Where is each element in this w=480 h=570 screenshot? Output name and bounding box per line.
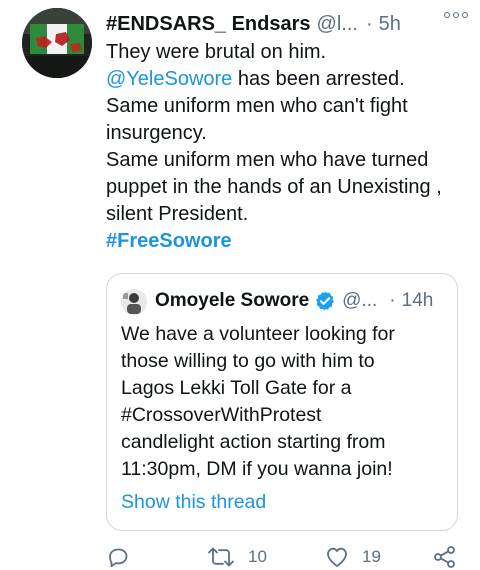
share-icon — [434, 546, 455, 568]
quoted-tweet-timestamp: 14h — [401, 290, 434, 311]
quoted-line: #CrossoverWithProtest — [121, 404, 322, 426]
quoted-author-display-name: Omoyele Sowore — [155, 290, 310, 311]
retweet-count: 10 — [248, 547, 267, 566]
tweet-line: silent President. — [106, 203, 249, 225]
quoted-line: those willing to go with him to — [121, 350, 375, 372]
author-avatar[interactable] — [22, 8, 92, 78]
like-button[interactable]: 19 — [324, 545, 381, 569]
mention-link[interactable]: @YeleSowore — [106, 68, 232, 90]
reply-icon — [109, 548, 128, 568]
tweet-line: @YeleSowore has been arrested. — [106, 66, 471, 93]
heart-icon — [327, 547, 347, 567]
verified-badge-icon — [316, 291, 335, 311]
quoted-line: Lagos Lekki Toll Gate for a — [121, 377, 352, 399]
tweet-line: Same uniform men who have turned — [106, 149, 429, 171]
reply-button[interactable] — [106, 545, 130, 569]
tweet-line-rest: has been arrested. — [232, 68, 405, 90]
tweet-header: #ENDSARS_ Endsars @l... · 5h — [106, 10, 466, 38]
retweet-button[interactable]: 10 — [206, 545, 267, 569]
quoted-tweet-text: We have a volunteer looking for those wi… — [121, 321, 451, 483]
tweet-line: puppet in the hands of an Unexisting , — [106, 176, 442, 198]
like-count: 19 — [362, 547, 381, 566]
retweet-icon — [208, 547, 234, 567]
quoted-tweet-header: Omoyele Sowore @... · 14h — [155, 288, 450, 314]
quoted-line: 11:30pm, DM if you wanna join! — [121, 458, 393, 480]
quoted-author-avatar — [121, 289, 147, 315]
quoted-line: We have a volunteer looking for — [121, 323, 395, 345]
tweet-line: They were brutal on him. — [106, 41, 327, 63]
tweet-line: insurgency. — [106, 122, 207, 144]
quoted-author-handle: @... — [342, 290, 378, 311]
share-button[interactable] — [432, 545, 458, 569]
show-thread-link[interactable]: Show this thread — [121, 491, 266, 514]
quoted-tweet-card[interactable]: Omoyele Sowore @... · 14h We have a volu… — [106, 273, 458, 531]
quoted-line: candlelight action starting from — [121, 431, 386, 453]
tweet-timestamp[interactable]: 5h — [379, 13, 401, 36]
tweet-text: They were brutal on him. @YeleSowore has… — [106, 39, 471, 255]
avatar-image — [22, 8, 92, 78]
quoted-header-separator: · — [389, 290, 396, 311]
tweet-actions-bar: 10 19 — [106, 545, 466, 570]
author-handle[interactable]: @l... — [317, 13, 358, 36]
more-options-icon[interactable] — [444, 8, 470, 22]
hashtag-link[interactable]: #FreeSowore — [106, 228, 471, 255]
quoted-avatar-image — [121, 289, 147, 315]
header-separator: · — [365, 12, 373, 35]
tweet-line: Same uniform men who can't fight — [106, 95, 408, 117]
author-display-name[interactable]: #ENDSARS_ Endsars — [106, 13, 311, 36]
